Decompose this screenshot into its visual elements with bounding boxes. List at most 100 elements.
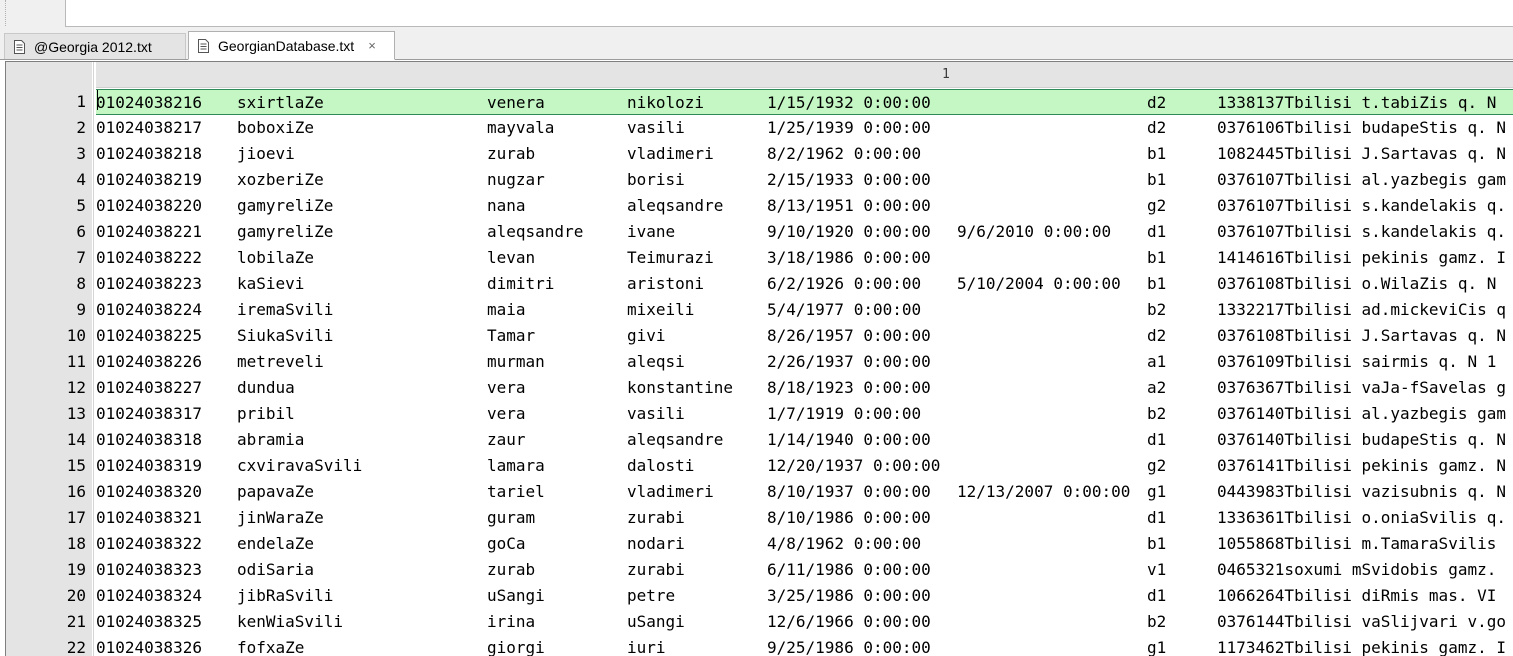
text-line[interactable]: 13 01024038317 pribil vera vasili 1/7/1919 0:… [6, 401, 1513, 427]
line-text[interactable]: 01024038320 papavaZe tariel vladimeri 8/10/1… [96, 479, 1513, 505]
record-id: 01024038322 [96, 534, 202, 553]
father-name-cell: vladimeri [627, 144, 714, 163]
birth-date-cell: 12/6/1966 0:00:00 [767, 612, 931, 631]
birth-date-cell: 8/13/1951 0:00:00 [767, 196, 931, 215]
text-line[interactable]: 19 01024038323 odiSaria zurab zurabi 6/11/198… [6, 557, 1513, 583]
surname-cell: gamyreliZe [237, 196, 334, 215]
line-text[interactable]: 01024038321 jinWaraZe guram zurabi 8/10/1986… [96, 505, 1513, 531]
code-cell: g1 [1147, 638, 1167, 656]
surname-cell: xozberiZe [237, 170, 324, 189]
first-name-cell: tariel [487, 482, 545, 501]
line-number: 3 [76, 144, 86, 163]
code-cell: g2 [1147, 456, 1167, 475]
line-text[interactable]: 01024038221 gamyreliZe aleqsandre ivane 9/10… [96, 219, 1513, 245]
text-line[interactable]: 15 01024038319 cxviravaSvili lamara dalosti 1… [6, 453, 1513, 479]
address-cell: 0376109Tbilisi sairmis q. N 1 [1217, 352, 1497, 371]
birth-date-cell: 1/25/1939 0:00:00 [767, 118, 931, 137]
line-number: 11 [66, 352, 86, 371]
line-number: 8 [76, 274, 86, 293]
address-cell: 0465321soxumi mSvidobis gamz. [1217, 560, 1497, 579]
code-cell: g1 [1147, 482, 1167, 501]
tab-georgia-2012[interactable]: @Georgia 2012.txt [4, 33, 186, 59]
text-line[interactable]: 8 01024038223 kaSievi dimitri aristoni 6/2/19… [6, 271, 1513, 297]
text-line-current[interactable]: 1 01024038216 sxirtlaZe venera nikolozi 1/15/… [6, 89, 1513, 115]
first-name-cell: irina [487, 612, 536, 631]
line-text[interactable]: 01024038224 iremaSvili maia mixeili 5/4/1977… [96, 297, 1513, 323]
birth-date-cell: 5/4/1977 0:00:00 [767, 300, 922, 319]
line-text[interactable]: 01024038220 gamyreliZe nana aleqsandre 8/13/… [96, 193, 1513, 219]
close-icon[interactable]: × [368, 38, 376, 53]
text-line[interactable]: 18 01024038322 endelaZe goCa nodari 4/8/1962 … [6, 531, 1513, 557]
line-text[interactable]: 01024038326 fofxaZe giorgi iuri 9/25/1986 0:… [96, 635, 1513, 656]
record-id: 01024038227 [96, 378, 202, 397]
text-line[interactable]: 5 01024038220 gamyreliZe nana aleqsandre 8/13… [6, 193, 1513, 219]
line-text[interactable]: 01024038317 pribil vera vasili 1/7/1919 0:00… [96, 401, 1513, 427]
line-number: 17 [66, 508, 86, 527]
text-line[interactable]: 14 01024038318 abramia zaur aleqsandre 1/14/1… [6, 427, 1513, 453]
line-text[interactable]: 01024038217 boboxiZe mayvala vasili 1/25/193… [96, 115, 1513, 141]
text-line[interactable]: 2 01024038217 boboxiZe mayvala vasili 1/25/19… [6, 115, 1513, 141]
surname-cell: jioevi [237, 144, 295, 163]
line-text[interactable]: 01024038319 cxviravaSvili lamara dalosti 12/… [96, 453, 1513, 479]
line-text[interactable]: 01024038322 endelaZe goCa nodari 4/8/1962 0:… [96, 531, 1513, 557]
record-id: 01024038318 [96, 430, 202, 449]
line-text[interactable]: 01024038227 dundua vera konstantine 8/18/192… [96, 375, 1513, 401]
line-number: 1 [76, 92, 86, 111]
text-line[interactable]: 7 01024038222 lobilaZe levan Teimurazi 3/18/1… [6, 245, 1513, 271]
father-name-cell: vasili [627, 404, 685, 423]
code-cell: d1 [1147, 430, 1167, 449]
line-text[interactable]: 01024038324 jibRaSvili uSangi petre 3/25/198… [96, 583, 1513, 609]
record-id: 01024038225 [96, 326, 202, 345]
text-line[interactable]: 11 01024038226 metreveli murman aleqsi 2/26/1… [6, 349, 1513, 375]
tab-georgian-database[interactable]: GeorgianDatabase.txt × [188, 31, 395, 60]
line-text[interactable]: 01024038225 SiukaSvili Tamar givi 8/26/1957 … [96, 323, 1513, 349]
record-id: 01024038317 [96, 404, 202, 423]
father-name-cell: dalosti [627, 456, 695, 475]
address-cell: 0443983Tbilisi vazisubnis q. N [1217, 482, 1506, 501]
death-date-cell: 5/10/2004 0:00:00 [957, 274, 1121, 293]
text-line[interactable]: 21 01024038325 kenWiaSvili irina uSangi 12/6/… [6, 609, 1513, 635]
line-text[interactable]: 01024038223 kaSievi dimitri aristoni 6/2/192… [96, 271, 1513, 297]
line-text[interactable]: 01024038226 metreveli murman aleqsi 2/26/193… [96, 349, 1513, 375]
line-text[interactable]: 01024038325 kenWiaSvili irina uSangi 12/6/19… [96, 609, 1513, 635]
first-name-cell: murman [487, 352, 545, 371]
record-id: 01024038223 [96, 274, 202, 293]
text-line[interactable]: 4 01024038219 xozberiZe nugzar borisi 2/15/19… [6, 167, 1513, 193]
text-line[interactable]: 6 01024038221 gamyreliZe aleqsandre ivane 9/1… [6, 219, 1513, 245]
line-text[interactable]: 01024038323 odiSaria zurab zurabi 6/11/1986 … [96, 557, 1513, 583]
birth-date-cell: 8/18/1923 0:00:00 [767, 378, 931, 397]
address-cell: 1336361Tbilisi o.oniaSvilis q. [1217, 508, 1506, 527]
text-editor[interactable]: 1 1 01024038216 sxirtlaZe venera nikolozi 1/1… [5, 61, 1513, 656]
text-line[interactable]: 12 01024038227 dundua vera konstantine 8/18/1… [6, 375, 1513, 401]
text-line[interactable]: 10 01024038225 SiukaSvili Tamar givi 8/26/195… [6, 323, 1513, 349]
text-line[interactable]: 9 01024038224 iremaSvili maia mixeili 5/4/197… [6, 297, 1513, 323]
address-cell: 0376367Tbilisi vaJa-fSavelas g [1217, 378, 1506, 397]
first-name-cell: zurab [487, 144, 536, 163]
surname-cell: iremaSvili [237, 300, 334, 319]
line-text[interactable]: 01024038218 jioevi zurab vladimeri 8/2/1962 … [96, 141, 1513, 167]
birth-date-cell: 6/2/1926 0:00:00 [767, 274, 922, 293]
line-text[interactable]: 01024038318 abramia zaur aleqsandre 1/14/194… [96, 427, 1513, 453]
line-text[interactable]: 01024038219 xozberiZe nugzar borisi 2/15/193… [96, 167, 1513, 193]
surname-cell: endelaZe [237, 534, 315, 553]
text-file-icon [14, 39, 25, 54]
first-name-cell: giorgi [487, 638, 545, 656]
line-text[interactable]: 01024038216 sxirtlaZe venera nikolozi 1/15/1… [96, 89, 1513, 115]
text-line[interactable]: 20 01024038324 jibRaSvili uSangi petre 3/25/1… [6, 583, 1513, 609]
record-id: 01024038321 [96, 508, 202, 527]
code-cell: d2 [1147, 93, 1167, 112]
birth-date-cell: 6/11/1986 0:00:00 [767, 560, 931, 579]
first-name-cell: aleqsandre [487, 222, 584, 241]
text-line[interactable]: 22 01024038326 fofxaZe giorgi iuri 9/25/1986 … [6, 635, 1513, 656]
text-line[interactable]: 3 01024038218 jioevi zurab vladimeri 8/2/1962… [6, 141, 1513, 167]
address-cell: 0376108Tbilisi o.WilaZis q. N [1217, 274, 1497, 293]
surname-cell: cxviravaSvili [237, 456, 363, 475]
first-name-cell: venera [487, 93, 545, 112]
tab-label: @Georgia 2012.txt [34, 38, 152, 55]
father-name-cell: uSangi [627, 612, 685, 631]
line-text[interactable]: 01024038222 lobilaZe levan Teimurazi 3/18/19… [96, 245, 1513, 271]
line-number: 18 [66, 534, 86, 553]
record-id: 01024038326 [96, 638, 202, 656]
text-line[interactable]: 17 01024038321 jinWaraZe guram zurabi 8/10/19… [6, 505, 1513, 531]
text-line[interactable]: 16 01024038320 papavaZe tariel vladimeri 8/10… [6, 479, 1513, 505]
